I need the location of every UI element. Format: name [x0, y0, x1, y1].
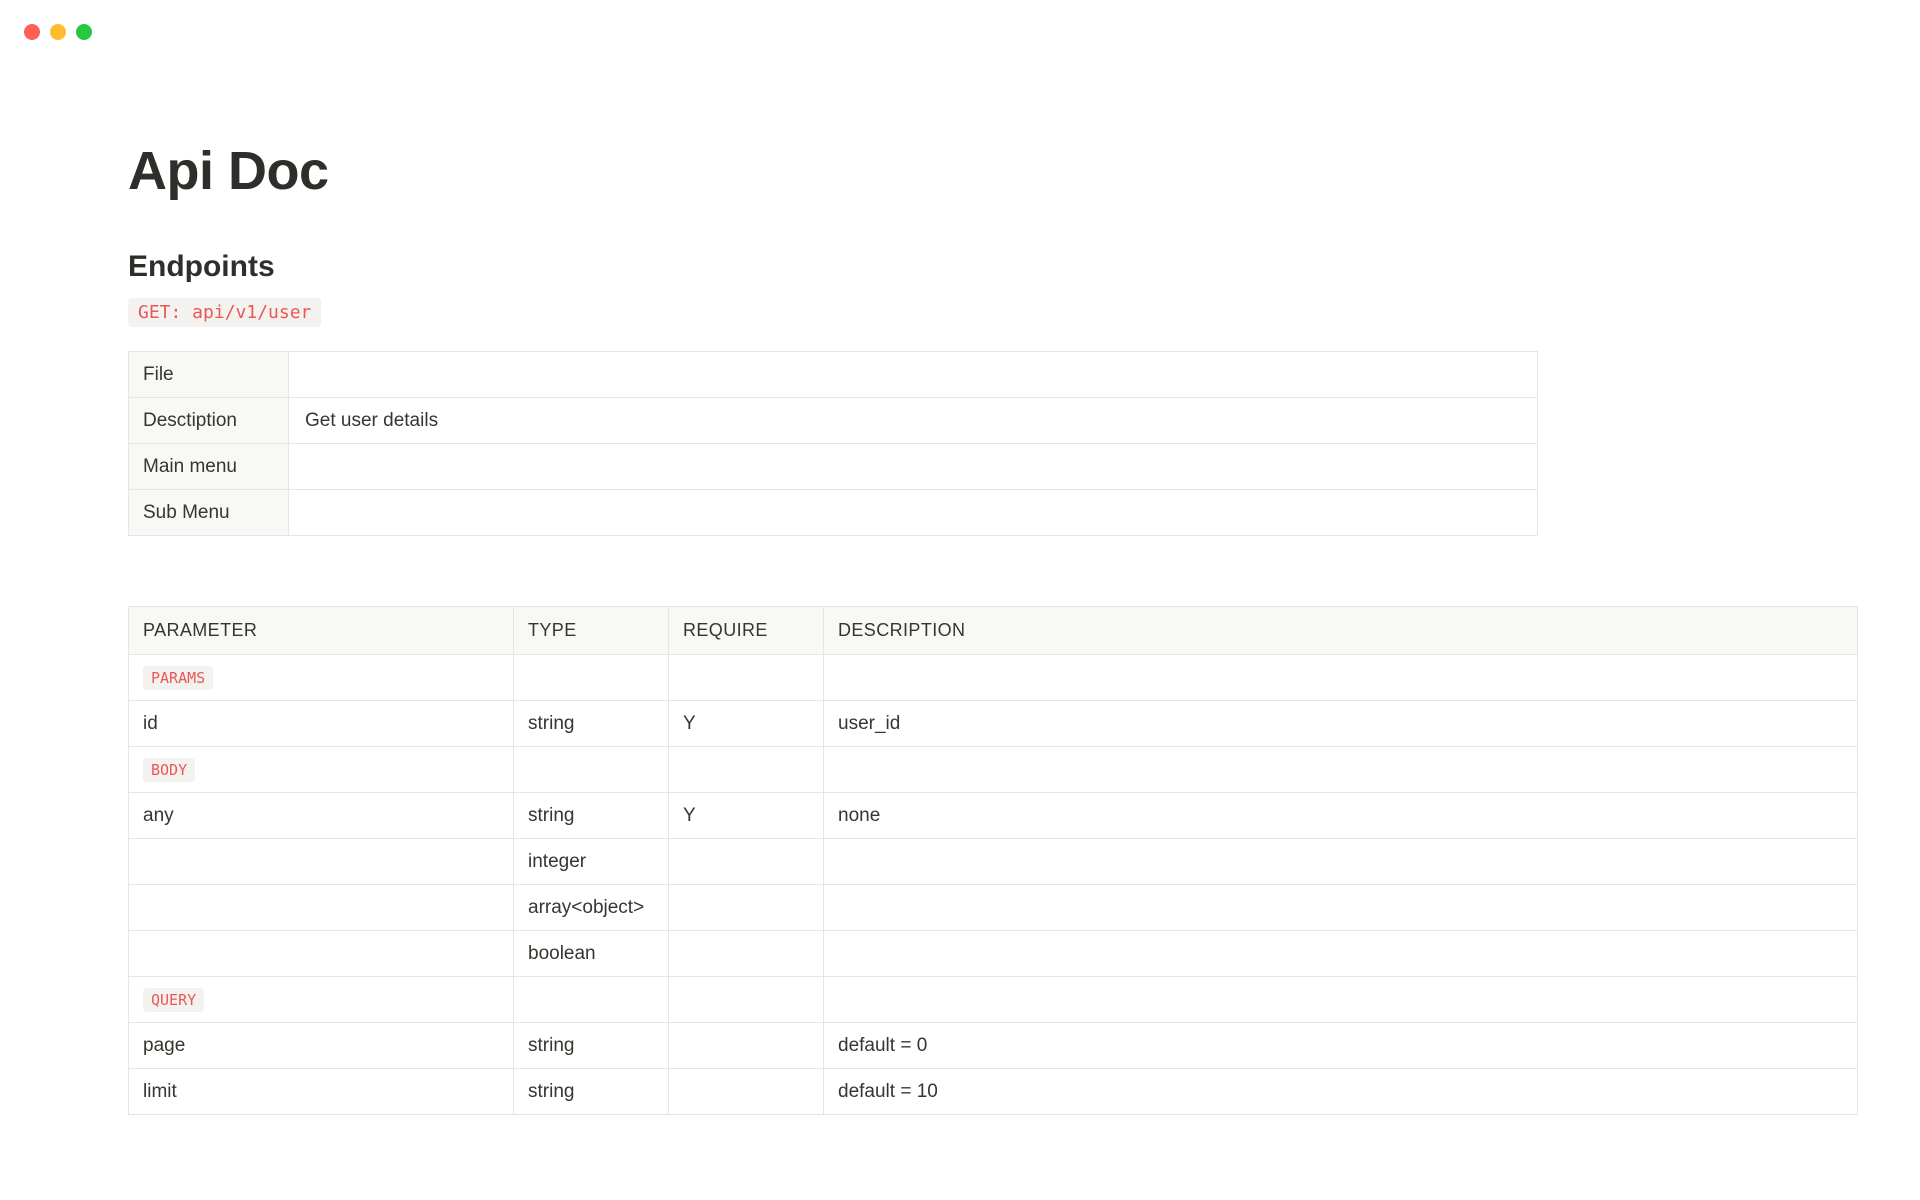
cell-description[interactable]	[824, 885, 1858, 931]
cell-parameter[interactable]: limit	[129, 1069, 514, 1115]
info-label: Sub Menu	[129, 490, 289, 536]
table-row: array<object>	[129, 885, 1858, 931]
cell-parameter[interactable]: BODY	[129, 747, 514, 793]
cell-parameter[interactable]	[129, 839, 514, 885]
info-value[interactable]	[289, 444, 1538, 490]
cell-description[interactable]: none	[824, 793, 1858, 839]
cell-type[interactable]	[514, 977, 669, 1023]
cell-parameter[interactable]: PARAMS	[129, 655, 514, 701]
table-row: boolean	[129, 931, 1858, 977]
info-row-main-menu: Main menu	[129, 444, 1538, 490]
table-row: anystringYnone	[129, 793, 1858, 839]
info-label: Main menu	[129, 444, 289, 490]
cell-require[interactable]	[669, 931, 824, 977]
cell-type[interactable]: integer	[514, 839, 669, 885]
cell-require[interactable]	[669, 885, 824, 931]
info-row-file: File	[129, 352, 1538, 398]
window-controls	[24, 24, 92, 40]
cell-require[interactable]	[669, 1023, 824, 1069]
cell-require[interactable]	[669, 839, 824, 885]
cell-parameter[interactable]	[129, 931, 514, 977]
col-header-description: DESCRIPTION	[824, 607, 1858, 655]
table-row: PARAMS	[129, 655, 1858, 701]
col-header-require: REQUIRE	[669, 607, 824, 655]
cell-description[interactable]: user_id	[824, 701, 1858, 747]
minimize-window-button[interactable]	[50, 24, 66, 40]
table-row: integer	[129, 839, 1858, 885]
cell-require[interactable]	[669, 977, 824, 1023]
info-value[interactable]	[289, 490, 1538, 536]
page-title: Api Doc	[128, 140, 1888, 202]
cell-type[interactable]: array<object>	[514, 885, 669, 931]
info-label: Desctiption	[129, 398, 289, 444]
table-row: pagestring default = 0	[129, 1023, 1858, 1069]
section-tag: PARAMS	[143, 666, 213, 690]
cell-require[interactable]: Y	[669, 793, 824, 839]
document-body: Api Doc Endpoints GET: api/v1/user File …	[128, 140, 1888, 1115]
cell-require[interactable]	[669, 655, 824, 701]
cell-parameter[interactable]	[129, 885, 514, 931]
cell-require[interactable]: Y	[669, 701, 824, 747]
cell-type[interactable]: boolean	[514, 931, 669, 977]
parameters-table: PARAMETER TYPE REQUIRE DESCRIPTION PARAM…	[128, 606, 1858, 1115]
close-window-button[interactable]	[24, 24, 40, 40]
section-tag: QUERY	[143, 988, 204, 1012]
cell-description[interactable]	[824, 931, 1858, 977]
table-row: idstringYuser_id	[129, 701, 1858, 747]
table-row: limitstring default = 10	[129, 1069, 1858, 1115]
info-label: File	[129, 352, 289, 398]
cell-type[interactable]: string	[514, 1023, 669, 1069]
col-header-parameter: PARAMETER	[129, 607, 514, 655]
parameters-header-row: PARAMETER TYPE REQUIRE DESCRIPTION	[129, 607, 1858, 655]
maximize-window-button[interactable]	[76, 24, 92, 40]
cell-type[interactable]: string	[514, 1069, 669, 1115]
cell-type[interactable]: string	[514, 793, 669, 839]
info-value[interactable]: Get user details	[289, 398, 1538, 444]
info-row-sub-menu: Sub Menu	[129, 490, 1538, 536]
cell-require[interactable]	[669, 747, 824, 793]
info-table: File Desctiption Get user details Main m…	[128, 351, 1538, 536]
cell-description[interactable]	[824, 977, 1858, 1023]
cell-parameter[interactable]: QUERY	[129, 977, 514, 1023]
cell-description[interactable]: default = 10	[824, 1069, 1858, 1115]
cell-description[interactable]	[824, 655, 1858, 701]
info-value[interactable]	[289, 352, 1538, 398]
cell-parameter[interactable]: page	[129, 1023, 514, 1069]
section-tag: BODY	[143, 758, 195, 782]
cell-parameter[interactable]: id	[129, 701, 514, 747]
info-row-description: Desctiption Get user details	[129, 398, 1538, 444]
cell-description[interactable]	[824, 839, 1858, 885]
table-row: QUERY	[129, 977, 1858, 1023]
cell-description[interactable]: default = 0	[824, 1023, 1858, 1069]
cell-parameter[interactable]: any	[129, 793, 514, 839]
cell-type[interactable]	[514, 747, 669, 793]
col-header-type: TYPE	[514, 607, 669, 655]
cell-require[interactable]	[669, 1069, 824, 1115]
cell-type[interactable]	[514, 655, 669, 701]
table-row: BODY	[129, 747, 1858, 793]
cell-description[interactable]	[824, 747, 1858, 793]
cell-type[interactable]: string	[514, 701, 669, 747]
section-heading-endpoints: Endpoints	[128, 250, 1888, 284]
endpoint-chip: GET: api/v1/user	[128, 298, 321, 327]
